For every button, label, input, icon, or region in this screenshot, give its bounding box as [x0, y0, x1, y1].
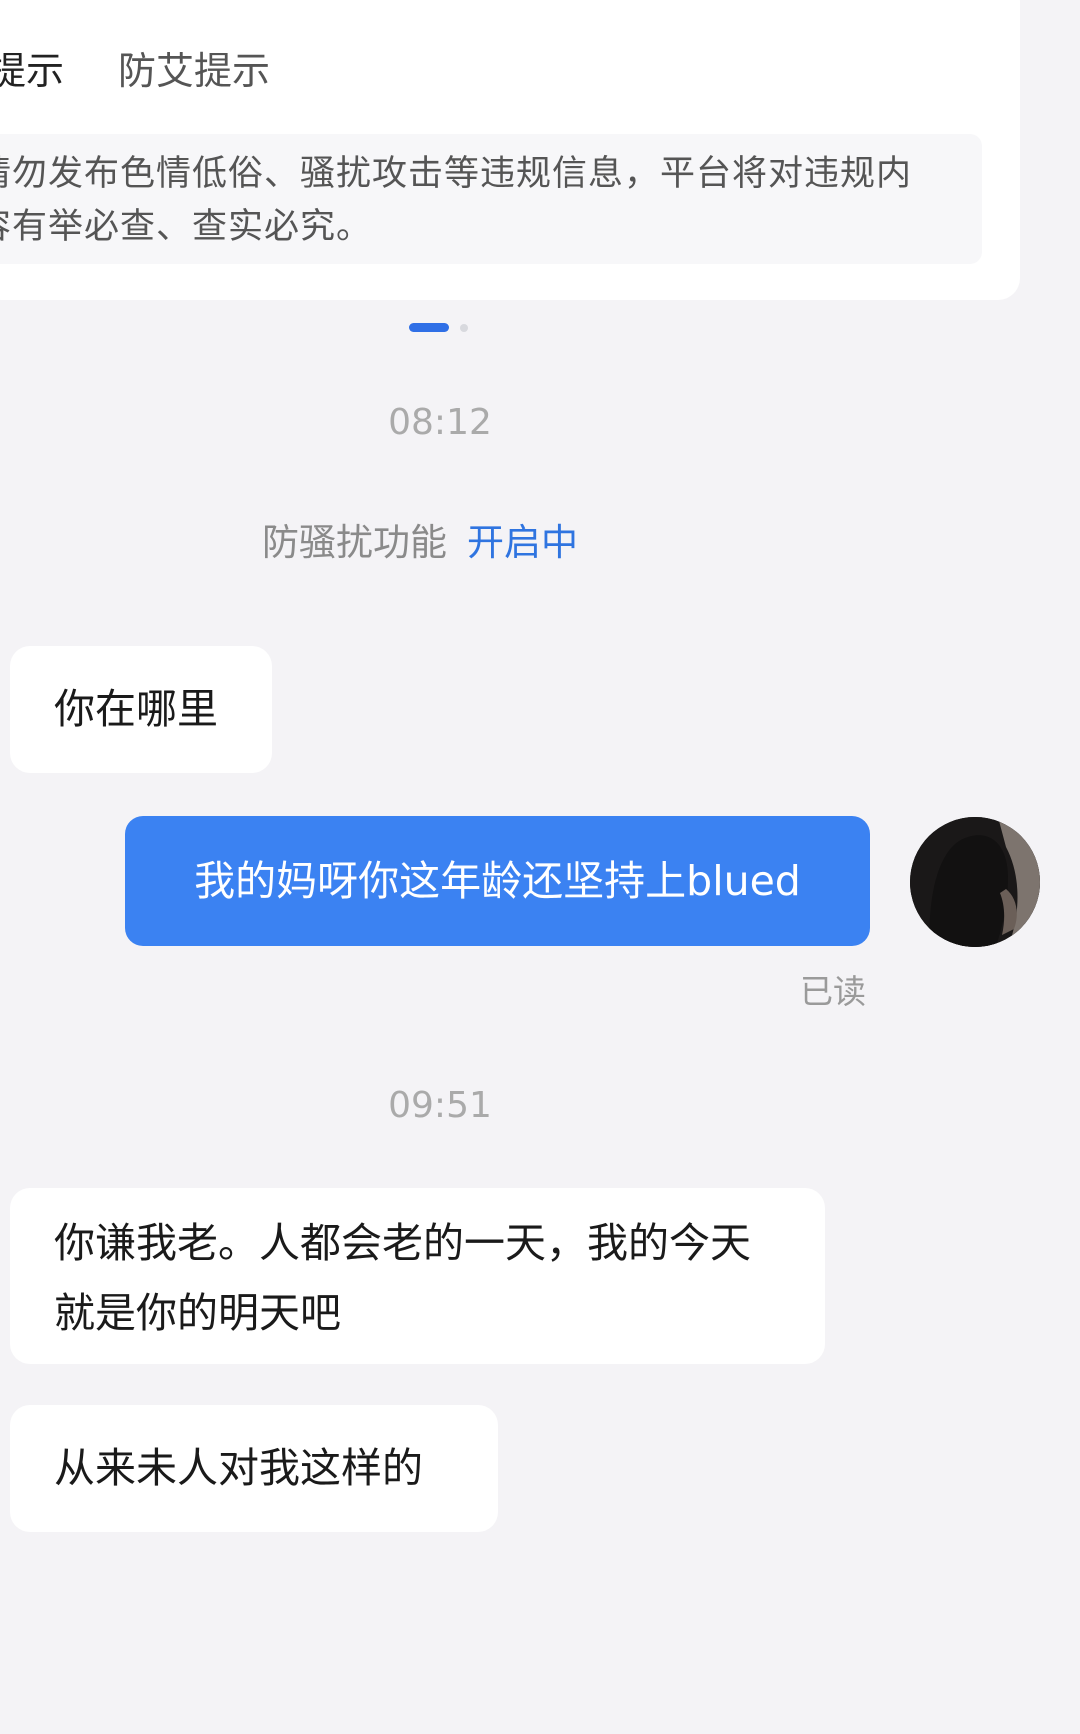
avatar[interactable]: [910, 817, 1040, 947]
read-receipt: 已读: [800, 972, 866, 1011]
message-bubble-incoming[interactable]: 你在哪里: [10, 646, 272, 773]
message-bubble-incoming[interactable]: 你谦我老。人都会老的一天，我的今天就是你的明天吧: [10, 1188, 825, 1364]
message-bubble-outgoing[interactable]: 我的妈呀你这年龄还坚持上blued: [125, 816, 870, 946]
anti-harassment-status-value[interactable]: 开启中: [467, 521, 578, 564]
message-text: 你谦我老。人都会老的一天，我的今天就是你的明天吧: [54, 1219, 751, 1337]
message-text: 你在哪里: [54, 685, 218, 733]
pager-dot-active[interactable]: [409, 323, 449, 332]
anti-harassment-status: 防骚扰功能 开启中: [262, 512, 578, 566]
anti-harassment-label: 防骚扰功能: [262, 521, 447, 564]
message-bubble-incoming[interactable]: 从来未人对我这样的: [10, 1405, 498, 1532]
tab-tips[interactable]: 提示: [0, 46, 64, 96]
avatar-photo-icon: [910, 817, 1040, 947]
pager-dot[interactable]: [460, 324, 468, 332]
message-text: 我的妈呀你这年龄还坚持上blued: [194, 857, 801, 905]
tab-aids-prevention-tips[interactable]: 防艾提示: [118, 46, 270, 96]
notice-text: 请勿发布色情低俗、骚扰攻击等违规信息，平台将对违规内容有举必查、查实必究。: [0, 154, 913, 247]
message-text: 从来未人对我这样的: [54, 1444, 423, 1492]
timestamp: 09:51: [388, 1085, 492, 1126]
timestamp: 08:12: [388, 402, 492, 443]
